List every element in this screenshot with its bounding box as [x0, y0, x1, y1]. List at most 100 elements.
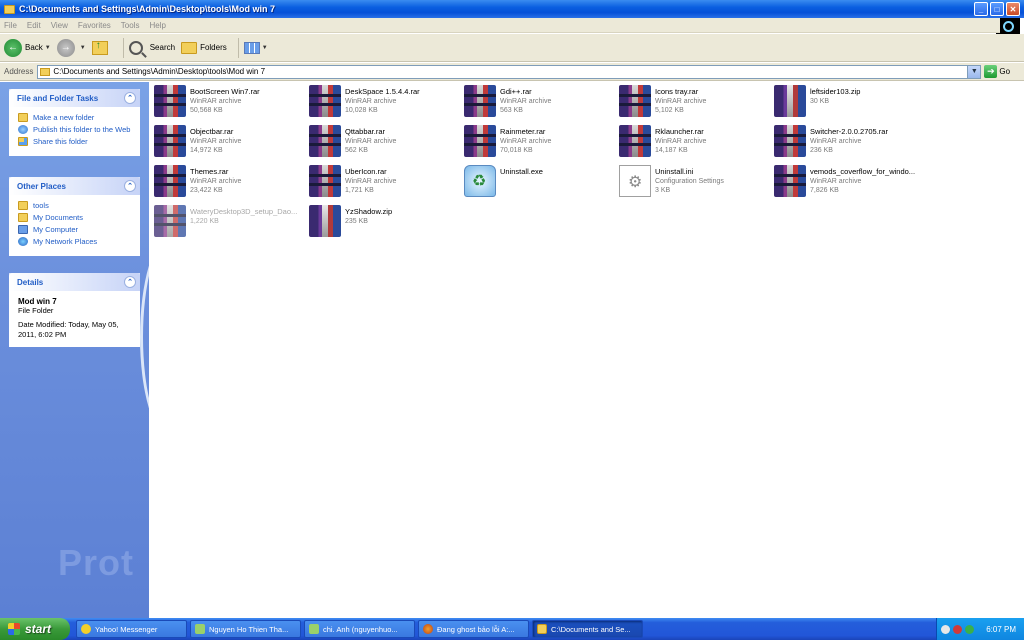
chevron-down-icon[interactable]: ▼ [262, 45, 268, 51]
go-button[interactable]: ➔ Go [984, 65, 1010, 78]
menu-view[interactable]: View [51, 21, 68, 30]
winrar-archive-icon [154, 125, 186, 157]
minimize-button[interactable]: _ [974, 2, 988, 16]
file-size: 50,568 KB [190, 107, 223, 114]
folders-button[interactable]: Folders [181, 41, 227, 54]
file-size: 14,972 KB [190, 147, 223, 154]
file-name: Uninstall.exe [500, 167, 543, 176]
forward-button[interactable]: → ▼ [56, 38, 86, 57]
zip-archive-icon [309, 205, 341, 237]
task-label: Make a new folder [33, 113, 95, 122]
file-item[interactable]: WateryDesktop3D_setup_Dao... 1,220 KB [154, 205, 304, 241]
task-make-new-folder[interactable]: Make a new folder [18, 113, 131, 122]
search-button[interactable]: Search [128, 40, 175, 55]
file-name: Icons tray.rar [655, 87, 699, 96]
file-item[interactable]: Objectbar.rar WinRAR archive 14,972 KB [154, 125, 304, 161]
task-publish-to-web[interactable]: Publish this folder to the Web [18, 125, 131, 134]
task-label: Publish this folder to the Web [33, 125, 131, 134]
close-button[interactable]: ✕ [1006, 2, 1020, 16]
chevron-down-icon[interactable]: ▼ [45, 45, 51, 51]
file-item[interactable]: Switcher-2.0.0.2705.rar WinRAR archive 236… [774, 125, 924, 161]
maximize-button[interactable]: □ [990, 2, 1004, 16]
details-type: File Folder [18, 306, 54, 315]
file-item[interactable]: BootScreen Win7.rar WinRAR archive 50,568 … [154, 85, 304, 121]
file-item[interactable]: Uninstall.ini Configuration Settings 3 KB [619, 165, 769, 201]
file-list[interactable]: BootScreen Win7.rar WinRAR archive 50,568 … [149, 82, 1024, 618]
file-item[interactable]: vemods_coverflow_for_windo... WinRAR arch… [774, 165, 924, 201]
file-size: 23,422 KB [190, 187, 223, 194]
file-item[interactable]: Themes.rar WinRAR archive 23,422 KB [154, 165, 304, 201]
forward-arrow-icon: → [56, 38, 75, 57]
firefox-icon [423, 624, 433, 634]
file-size: 14,187 KB [655, 147, 688, 154]
title-bar[interactable]: C:\Documents and Settings\Admin\Desktop\… [0, 0, 1024, 18]
taskbar-item-label: Nguyen Ho Thien Tha... [209, 624, 289, 634]
tray-icon[interactable] [941, 624, 950, 634]
panel-body: Mod win 7 File Folder Date Modified: Tod… [9, 291, 140, 347]
menu-edit[interactable]: Edit [27, 21, 41, 30]
tray-icon[interactable] [953, 624, 962, 634]
menu-tools[interactable]: Tools [121, 21, 140, 30]
collapse-chevron-icon[interactable]: ⌃ [124, 92, 136, 104]
up-button[interactable] [91, 40, 112, 55]
taskbar-item-yahoo-messenger[interactable]: Yahoo! Messenger [76, 620, 187, 638]
other-places-header[interactable]: Other Places ⌃ [9, 177, 140, 195]
address-input[interactable]: C:\Documents and Settings\Admin\Desktop\… [37, 64, 982, 79]
other-places-panel: Other Places ⌃ tools My Documents My Com… [9, 177, 140, 256]
task-share-folder[interactable]: Share this folder [18, 137, 131, 146]
folder-icon [4, 4, 15, 14]
back-button[interactable]: ← Back ▼ [4, 38, 51, 57]
file-name: Qttabbar.rar [345, 127, 386, 136]
config-file-icon [619, 165, 651, 197]
file-folder-tasks-header[interactable]: File and Folder Tasks ⌃ [9, 89, 140, 107]
menu-file[interactable]: File [4, 21, 17, 30]
tray-icon[interactable] [965, 624, 974, 634]
chevron-down-icon[interactable]: ▼ [80, 45, 86, 51]
address-value[interactable]: C:\Documents and Settings\Admin\Desktop\… [53, 67, 265, 76]
details-header[interactable]: Details ⌃ [9, 273, 140, 291]
taskbar-buttons: Yahoo! Messenger Nguyen Ho Thien Tha... … [76, 620, 646, 638]
file-item[interactable]: Qttabbar.rar WinRAR archive 562 KB [309, 125, 459, 161]
place-my-documents[interactable]: My Documents [18, 213, 131, 222]
file-name: YzShadow.zip [345, 207, 393, 216]
file-item[interactable]: Icons tray.rar WinRAR archive 5,102 KB [619, 85, 769, 121]
collapse-chevron-icon[interactable]: ⌃ [124, 180, 136, 192]
file-name: Uninstall.ini [655, 167, 694, 176]
address-dropdown-button[interactable]: ▼ [967, 65, 981, 78]
folders-icon [181, 41, 198, 54]
file-size: 7,826 KB [810, 187, 839, 194]
menu-favorites[interactable]: Favorites [78, 21, 111, 30]
file-item[interactable]: Uninstall.exe [464, 165, 614, 201]
collapse-chevron-icon[interactable]: ⌃ [124, 276, 136, 288]
start-button[interactable]: start [0, 618, 70, 640]
place-label: My Network Places [33, 237, 98, 246]
taskbar-item-explorer[interactable]: C:\Documents and Se... [532, 620, 643, 638]
clock[interactable]: 6:07 PM [986, 625, 1016, 634]
address-label: Address [4, 67, 34, 76]
file-item[interactable]: Rklauncher.rar WinRAR archive 14,187 KB [619, 125, 769, 161]
file-size: 1,220 KB [190, 218, 219, 225]
place-label: My Computer [33, 225, 79, 234]
file-item[interactable]: UberIcon.rar WinRAR archive 1,721 KB [309, 165, 459, 201]
place-my-computer[interactable]: My Computer [18, 225, 131, 234]
file-name: DeskSpace 1.5.4.4.rar [345, 87, 420, 96]
file-size: 1,721 KB [345, 187, 374, 194]
menu-help[interactable]: Help [149, 21, 165, 30]
file-folder-tasks-panel: File and Folder Tasks ⌃ Make a new folde… [9, 89, 140, 156]
file-item[interactable]: leftsider103.zip 30 KB [774, 85, 924, 121]
place-tools[interactable]: tools [18, 201, 131, 210]
taskbar-item-firefox[interactable]: Đang ghost bảo lỗi A:... [418, 620, 529, 638]
winrar-archive-icon [154, 85, 186, 117]
file-type: WinRAR archive [655, 98, 707, 105]
file-item[interactable]: Rainmeter.rar WinRAR archive 70,018 KB [464, 125, 614, 161]
file-item[interactable]: DeskSpace 1.5.4.4.rar WinRAR archive 10,02… [309, 85, 459, 121]
chat-icon [309, 624, 319, 634]
taskbar-item-chat-2[interactable]: chi. Anh (nguyenhuo... [304, 620, 415, 638]
system-tray: 6:07 PM [936, 618, 1024, 640]
views-button[interactable]: ▼ [243, 41, 268, 54]
taskbar-item-chat-1[interactable]: Nguyen Ho Thien Tha... [190, 620, 301, 638]
new-folder-icon [18, 113, 28, 122]
file-item[interactable]: YzShadow.zip 235 KB [309, 205, 459, 241]
file-item[interactable]: Gdi++.rar WinRAR archive 563 KB [464, 85, 614, 121]
place-my-network-places[interactable]: My Network Places [18, 237, 131, 246]
